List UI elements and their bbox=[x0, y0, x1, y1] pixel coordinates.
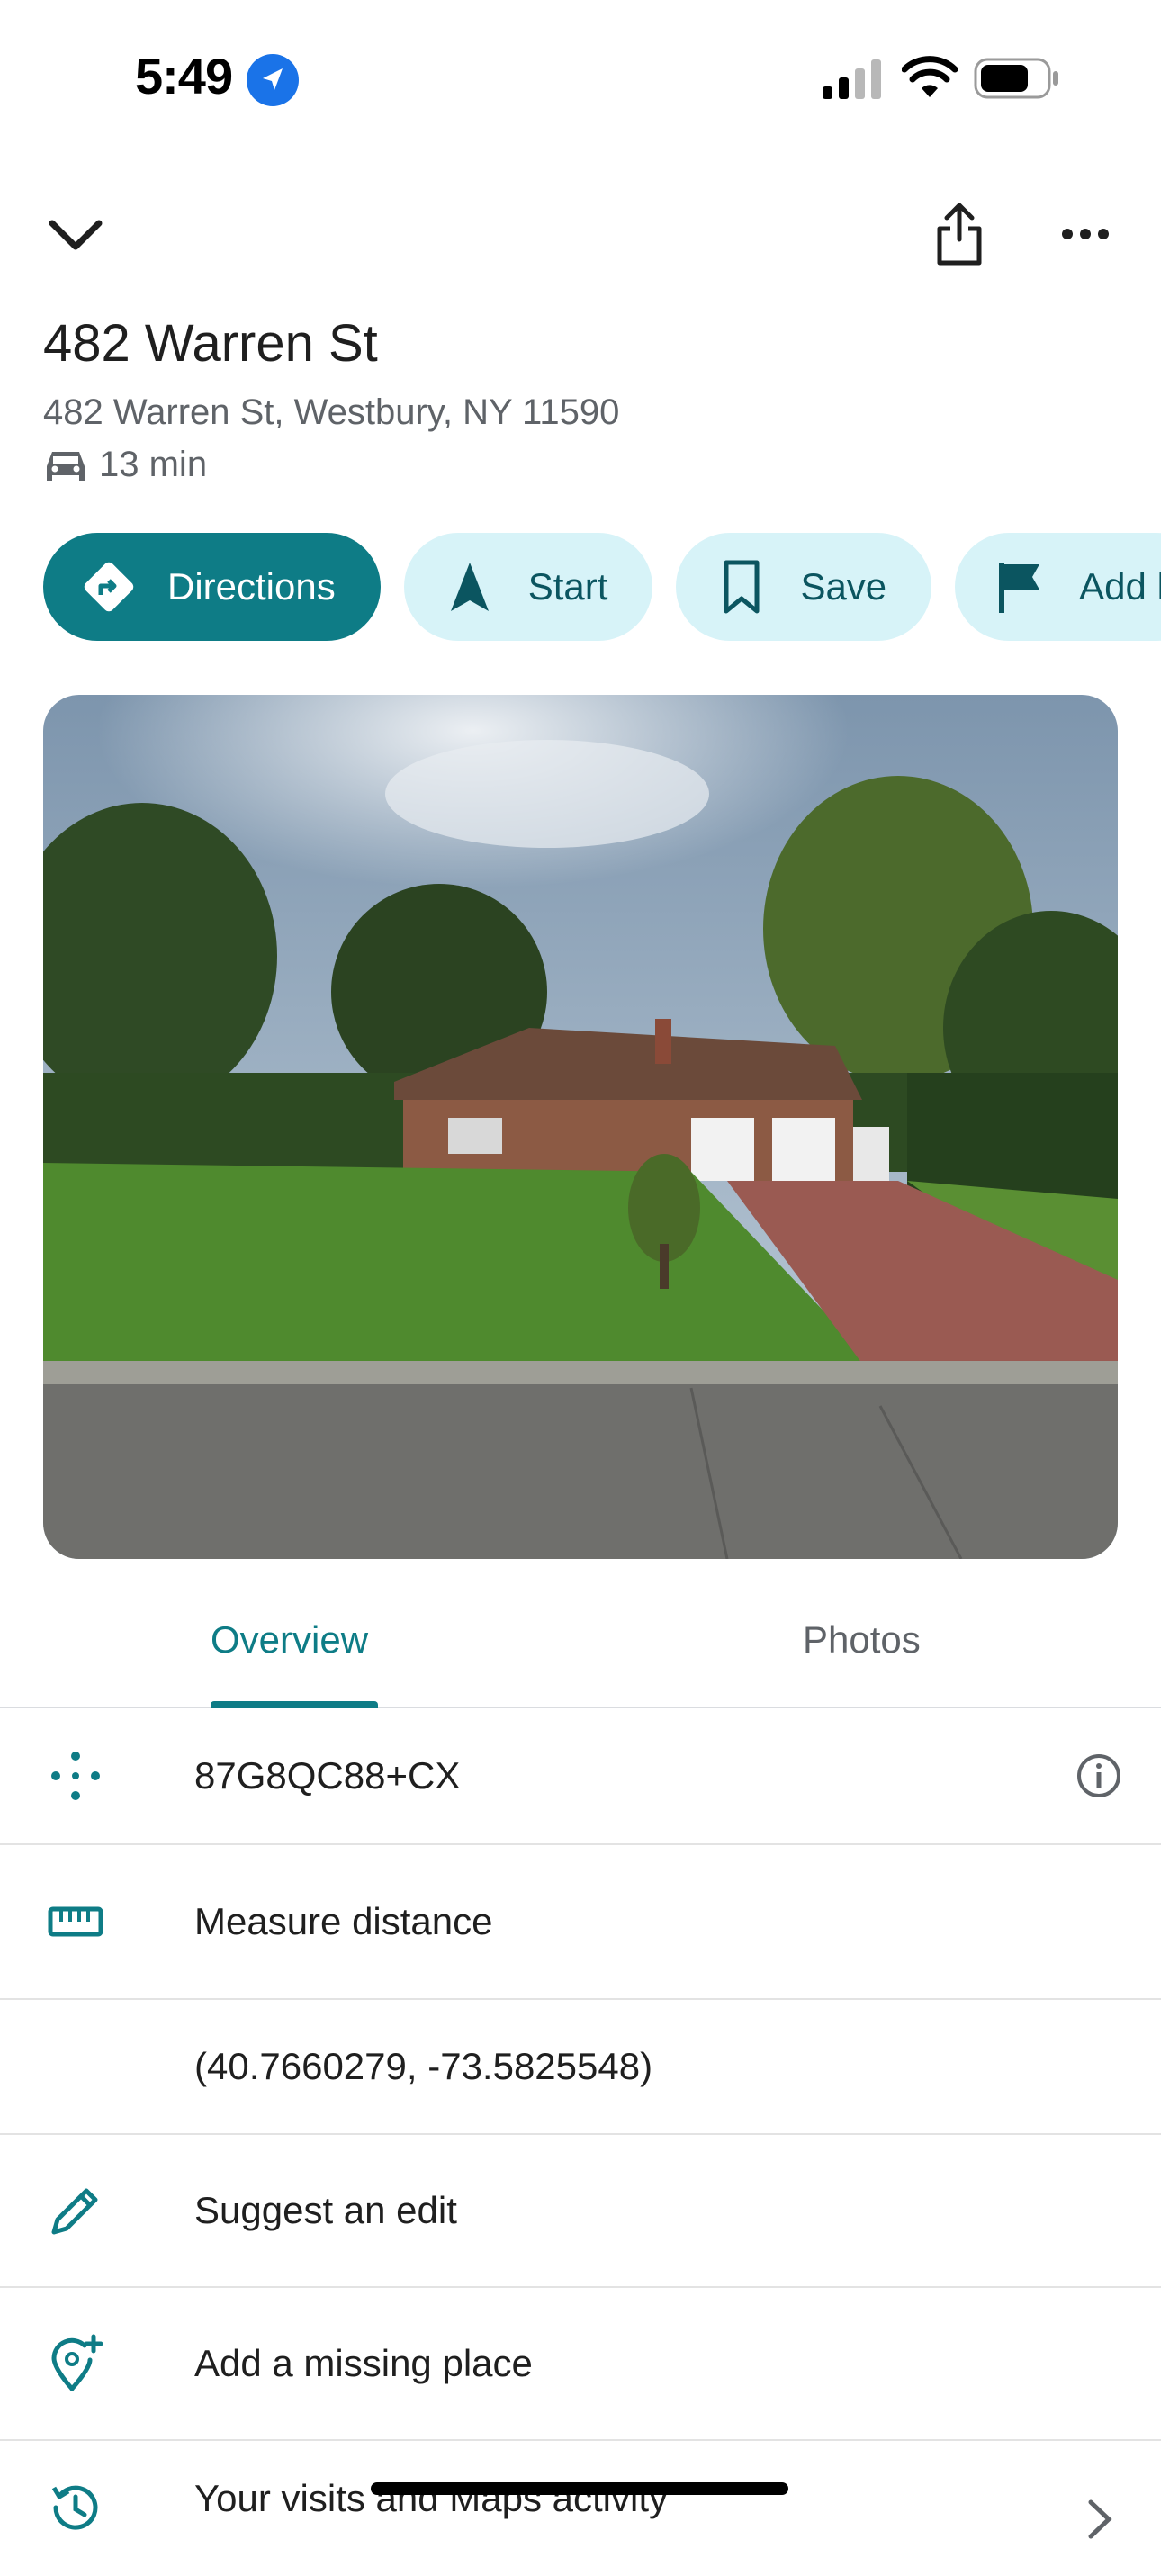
info-icon[interactable] bbox=[1075, 1752, 1123, 1800]
add-missing-place-text: Add a missing place bbox=[194, 2342, 533, 2384]
save-button[interactable]: Save bbox=[676, 533, 932, 641]
list-item-coordinates[interactable]: (40.7660279, -73.5825548) bbox=[0, 2000, 1161, 2135]
start-button[interactable]: Start bbox=[403, 533, 653, 641]
measure-distance-text: Measure distance bbox=[194, 1900, 493, 1942]
street-view-photo[interactable] bbox=[43, 695, 1118, 1559]
directions-icon bbox=[84, 562, 134, 612]
active-tab-indicator bbox=[211, 1701, 378, 1708]
add-label-button[interactable]: Add l bbox=[955, 533, 1161, 641]
coordinates-text: (40.7660279, -73.5825548) bbox=[194, 2045, 653, 2087]
home-indicator[interactable] bbox=[371, 2482, 788, 2495]
action-chips: Directions Start Save Add l bbox=[43, 533, 1161, 641]
flag-icon bbox=[999, 563, 1040, 613]
wifi-icon bbox=[902, 56, 958, 97]
location-arrow-icon bbox=[247, 54, 299, 106]
add-label-text: Add l bbox=[1079, 565, 1161, 608]
add-location-icon bbox=[51, 2334, 104, 2391]
directions-label: Directions bbox=[167, 565, 336, 608]
place-title: 482 Warren St bbox=[43, 314, 378, 373]
list-item-suggest-edit[interactable]: Suggest an edit bbox=[0, 2135, 1161, 2288]
tab-overview[interactable]: Overview bbox=[211, 1618, 368, 1662]
suggest-edit-text: Suggest an edit bbox=[194, 2189, 457, 2231]
directions-button[interactable]: Directions bbox=[43, 533, 381, 641]
tab-photos[interactable]: Photos bbox=[803, 1618, 921, 1662]
place-address: 482 Warren St, Westbury, NY 11590 bbox=[43, 392, 620, 432]
bookmark-icon bbox=[724, 560, 760, 614]
plus-code-text: 87G8QC88+CX bbox=[194, 1754, 461, 1797]
list-item-plus-code[interactable]: 87G8QC88+CX bbox=[0, 1708, 1161, 1845]
plus-code-icon bbox=[51, 1752, 100, 1800]
battery-icon bbox=[974, 58, 1058, 99]
pencil-icon bbox=[51, 2188, 98, 2235]
drive-time: 13 min bbox=[99, 445, 208, 484]
status-time: 5:49 bbox=[135, 48, 233, 104]
save-label: Save bbox=[800, 565, 887, 608]
start-label: Start bbox=[527, 565, 608, 608]
more-icon[interactable] bbox=[1060, 225, 1111, 243]
cellular-signal-icon bbox=[823, 59, 881, 99]
list-item-add-missing-place[interactable]: Add a missing place bbox=[0, 2288, 1161, 2441]
navigation-arrow-icon bbox=[450, 563, 489, 611]
ruler-icon bbox=[48, 1906, 104, 1937]
chevron-right-icon bbox=[1088, 2499, 1112, 2539]
history-icon bbox=[51, 2485, 98, 2530]
car-icon bbox=[47, 452, 85, 481]
share-icon[interactable] bbox=[932, 200, 986, 266]
list-item-measure-distance[interactable]: Measure distance bbox=[0, 1845, 1161, 2000]
list-item-visits-activity[interactable]: Your visits and Maps activity bbox=[0, 2441, 1161, 2576]
chevron-down-icon[interactable] bbox=[47, 211, 104, 257]
